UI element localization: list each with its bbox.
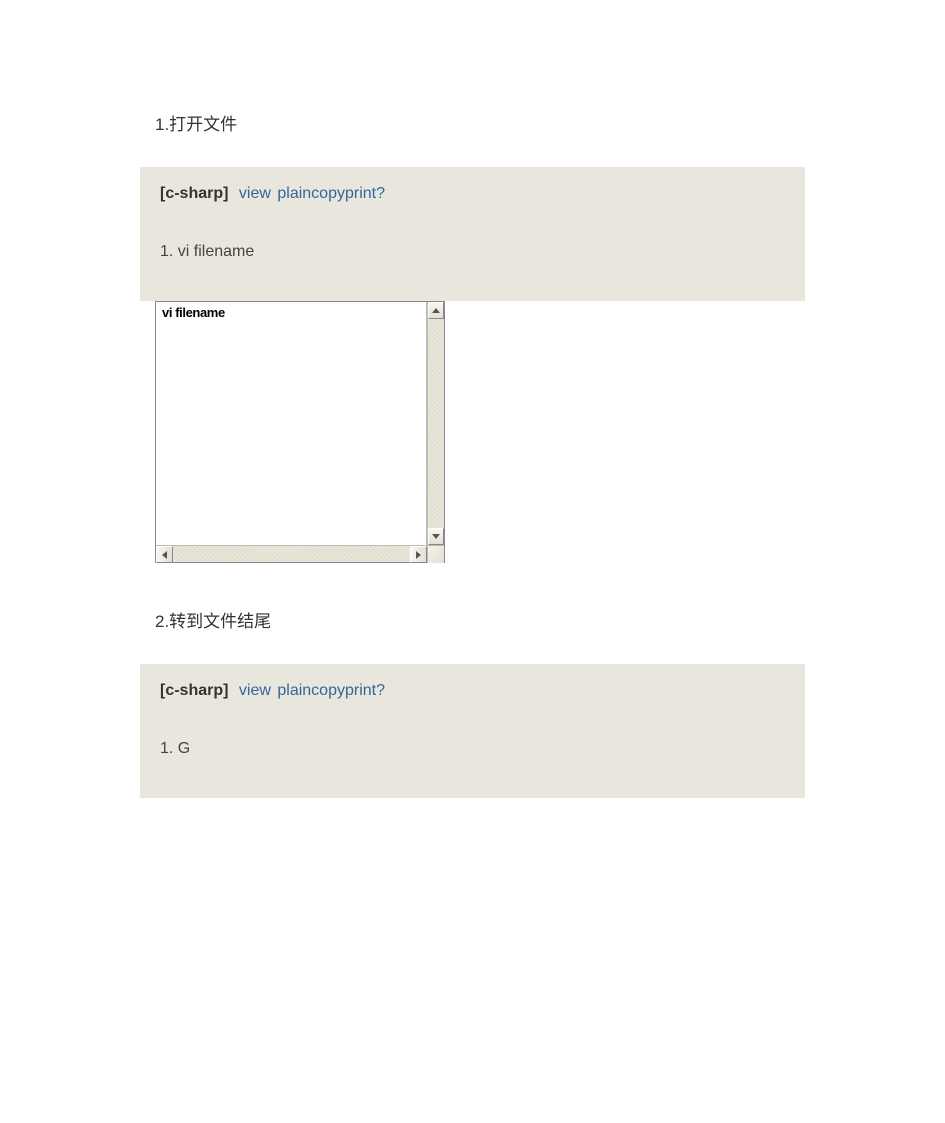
code-line-2: 1. G bbox=[160, 740, 785, 758]
section-2: 2.转到文件结尾 [c-sharp] view plaincopyprint? … bbox=[155, 607, 790, 798]
code-line-1: 1. vi filename bbox=[160, 243, 785, 261]
scroll-left-button[interactable] bbox=[156, 546, 173, 563]
scrollbar-corner bbox=[427, 546, 444, 563]
plaincopyprint-link-2[interactable]: plaincopyprint? bbox=[277, 682, 385, 699]
view-link-2[interactable]: view bbox=[239, 682, 271, 699]
horizontal-scrollbar[interactable] bbox=[156, 545, 444, 562]
plaincopyprint-link-1[interactable]: plaincopyprint? bbox=[277, 185, 385, 202]
chevron-down-icon bbox=[432, 534, 440, 539]
scroll-up-button[interactable] bbox=[428, 302, 444, 319]
textarea-content[interactable]: vi filename bbox=[156, 302, 427, 545]
vertical-scrollbar[interactable] bbox=[427, 302, 444, 545]
view-link-1[interactable]: view bbox=[239, 185, 271, 202]
code-header-2: [c-sharp] view plaincopyprint? bbox=[160, 682, 785, 700]
lang-label-1: [c-sharp] bbox=[160, 185, 228, 202]
section-title-1: 1.打开文件 bbox=[155, 110, 790, 135]
scroll-box-container: vi filename bbox=[155, 301, 790, 563]
document-page: 1.打开文件 [c-sharp] view plaincopyprint? 1.… bbox=[0, 0, 945, 838]
scroll-right-button[interactable] bbox=[410, 546, 427, 563]
textarea-box: vi filename bbox=[155, 301, 445, 563]
code-content-1: vi filename bbox=[178, 243, 254, 260]
code-line-number-1: 1. bbox=[160, 243, 173, 260]
scroll-main: vi filename bbox=[156, 302, 444, 545]
chevron-left-icon bbox=[162, 551, 167, 559]
section-title-2: 2.转到文件结尾 bbox=[155, 607, 790, 632]
section-1: 1.打开文件 [c-sharp] view plaincopyprint? 1.… bbox=[155, 110, 790, 563]
code-content-2: G bbox=[178, 740, 190, 757]
code-header-1: [c-sharp] view plaincopyprint? bbox=[160, 185, 785, 203]
code-block-1: [c-sharp] view plaincopyprint? 1. vi fil… bbox=[140, 167, 805, 301]
chevron-right-icon bbox=[416, 551, 421, 559]
hscroll-row bbox=[156, 546, 427, 562]
code-line-number-2: 1. bbox=[160, 740, 173, 757]
horizontal-scroll-track[interactable] bbox=[173, 546, 410, 562]
vertical-scroll-track[interactable] bbox=[428, 319, 444, 528]
chevron-up-icon bbox=[432, 308, 440, 313]
code-block-2: [c-sharp] view plaincopyprint? 1. G bbox=[140, 664, 805, 798]
scroll-down-button[interactable] bbox=[428, 528, 444, 545]
textarea-text: vi filename bbox=[162, 305, 225, 320]
lang-label-2: [c-sharp] bbox=[160, 682, 228, 699]
